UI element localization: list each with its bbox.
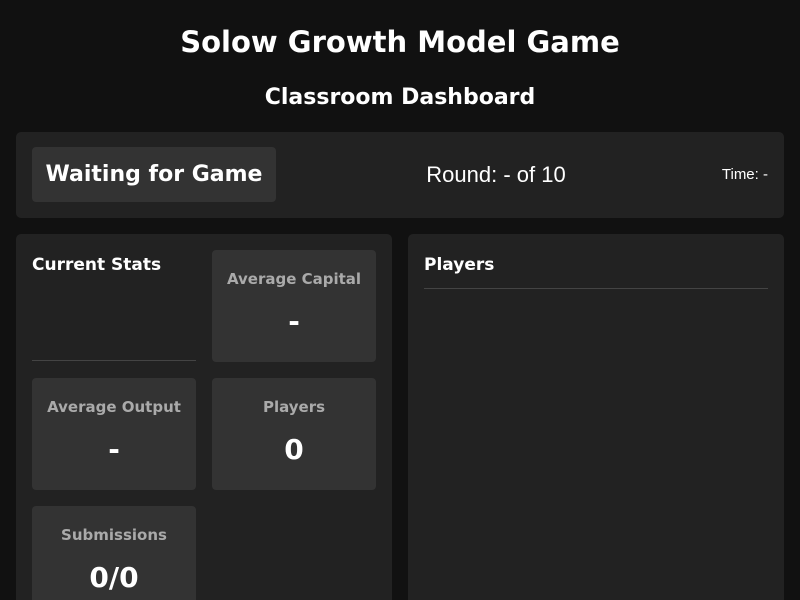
stat-label: Average Capital (226, 270, 362, 288)
round-current: - (503, 162, 511, 187)
stat-card-players: Players 0 (212, 378, 376, 490)
page-title: Solow Growth Model Game (180, 25, 620, 59)
round-indicator: Round: - of 10 (396, 159, 596, 191)
players-heading-area: Players (424, 250, 768, 289)
game-status-bar: Waiting for Game Round: - of 10 Time: - (16, 132, 784, 218)
time-label: Time: (721, 166, 759, 183)
player-list (424, 296, 768, 596)
stat-value: - (288, 305, 300, 338)
stat-label: Players (262, 398, 326, 416)
stats-heading-area: Current Stats (32, 250, 196, 361)
stats-heading: Current Stats (32, 255, 162, 275)
page-subtitle: Classroom Dashboard (264, 85, 536, 110)
stats-panel: Current Stats Average Capital - Average … (16, 234, 392, 600)
dashboard-page: Solow Growth Model Game Classroom Dashbo… (0, 0, 800, 600)
round-total: 10 (541, 162, 566, 187)
timer: Time: - (722, 165, 768, 185)
stat-label: Submissions (61, 526, 167, 544)
stat-value: 0/0 (89, 561, 139, 594)
stat-value: - (108, 433, 120, 466)
stat-card-average-output: Average Output - (32, 378, 196, 490)
stat-label: Average Output (47, 398, 181, 416)
stat-card-average-capital: Average Capital - (212, 250, 376, 362)
round-label: Round: (426, 162, 498, 187)
stat-value: 0 (284, 433, 304, 466)
time-value: - (763, 166, 768, 183)
players-panel: Players (408, 234, 784, 600)
round-of: of (516, 162, 536, 187)
stat-card-submissions: Submissions 0/0 (32, 506, 196, 600)
players-heading: Players (424, 255, 495, 275)
game-state-badge: Waiting for Game (32, 147, 276, 202)
